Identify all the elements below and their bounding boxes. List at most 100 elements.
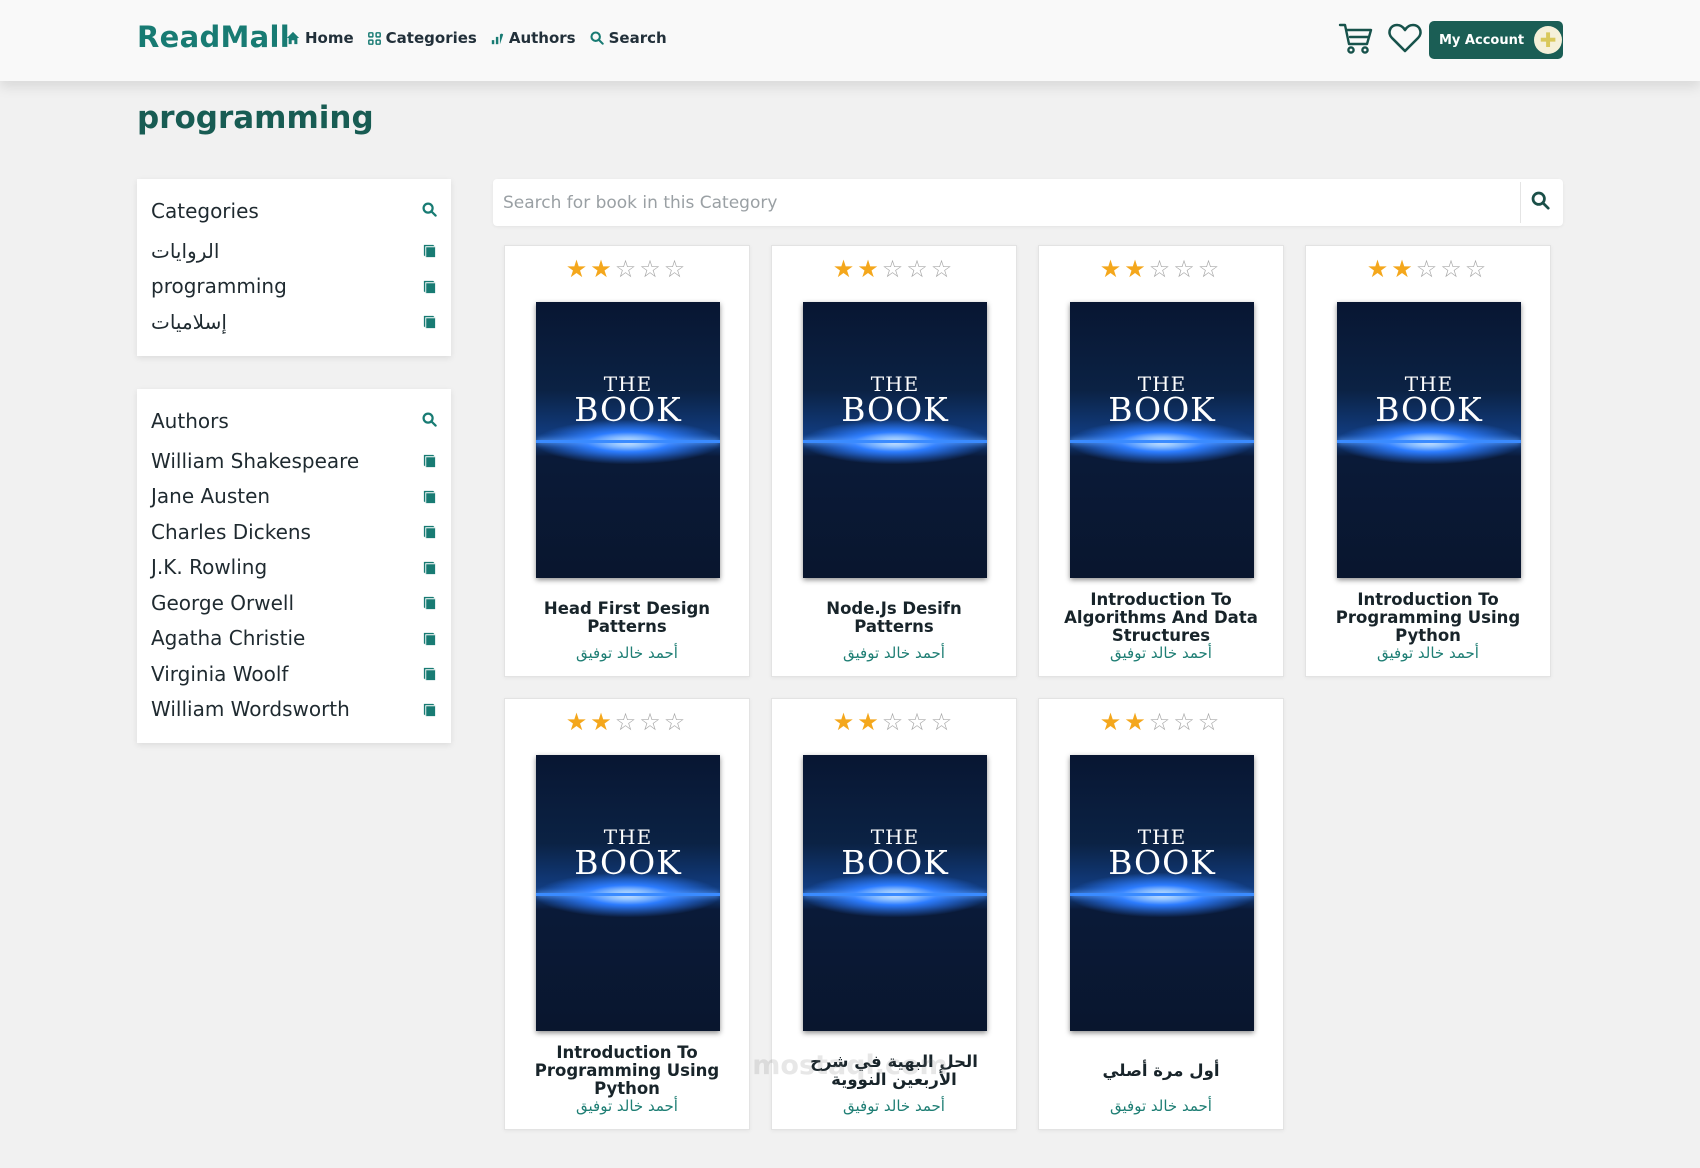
book-author[interactable]: أحمد خالد توفيق (1306, 644, 1550, 662)
star-filled-icon[interactable]: ★ (1100, 708, 1125, 736)
search-icon (590, 31, 604, 45)
star-empty-icon[interactable]: ☆ (639, 255, 664, 283)
category-item[interactable]: إسلاميات (151, 304, 437, 340)
author-item[interactable]: Jane Austen (151, 479, 437, 515)
main-nav: Home Categories Authors Search (286, 29, 667, 47)
star-empty-icon[interactable]: ☆ (1198, 255, 1223, 283)
author-item[interactable]: George Orwell (151, 585, 437, 621)
author-item[interactable]: William Shakespeare (151, 443, 437, 479)
star-empty-icon[interactable]: ☆ (882, 255, 907, 283)
star-empty-icon[interactable]: ☆ (1198, 708, 1223, 736)
author-label: Virginia Woolf (151, 661, 289, 686)
star-empty-icon[interactable]: ☆ (931, 255, 956, 283)
star-filled-icon[interactable]: ★ (1367, 255, 1392, 283)
book-card[interactable]: ★★☆☆☆ THE BOOK Head First Design Pattern… (504, 245, 750, 677)
star-filled-icon[interactable]: ★ (590, 708, 615, 736)
star-filled-icon[interactable]: ★ (833, 255, 858, 283)
book-title[interactable]: Introduction To Programming Using Python (517, 1043, 737, 1099)
book-card[interactable]: ★★☆☆☆ THE BOOK Node.Js Desifn Patterns أ… (771, 245, 1017, 677)
star-empty-icon[interactable]: ☆ (615, 255, 640, 283)
book-card[interactable]: ★★☆☆☆ THE BOOK Introduction To Programmi… (504, 698, 750, 1130)
nav-home[interactable]: Home (286, 29, 354, 47)
heart-icon[interactable] (1388, 22, 1422, 60)
category-search-input[interactable] (493, 179, 1520, 226)
book-author[interactable]: أحمد خالد توفيق (1039, 644, 1283, 662)
book-icon (423, 316, 436, 329)
star-empty-icon[interactable]: ☆ (906, 708, 931, 736)
category-item[interactable]: programming (151, 269, 437, 305)
author-label: Charles Dickens (151, 519, 311, 544)
star-filled-icon[interactable]: ★ (566, 708, 591, 736)
book-title[interactable]: Introduction To Programming Using Python (1318, 590, 1538, 646)
category-search-button[interactable] (1520, 182, 1560, 223)
book-title[interactable]: أول مرة أصلي (1051, 1043, 1271, 1099)
star-filled-icon[interactable]: ★ (857, 708, 882, 736)
author-item[interactable]: William Wordsworth (151, 692, 437, 728)
cart-icon[interactable] (1338, 22, 1374, 60)
category-item[interactable]: الروايات (151, 233, 437, 269)
author-item[interactable]: Charles Dickens (151, 514, 437, 550)
star-filled-icon[interactable]: ★ (1100, 255, 1125, 283)
star-filled-icon[interactable]: ★ (833, 708, 858, 736)
star-empty-icon[interactable]: ☆ (1149, 708, 1174, 736)
brand-logo[interactable]: ReadMall (137, 20, 290, 54)
book-title[interactable]: Introduction To Algorithms And Data Stru… (1051, 590, 1271, 646)
book-cover[interactable]: THE BOOK (1070, 302, 1254, 578)
book-author[interactable]: أحمد خالد توفيق (1039, 1097, 1283, 1115)
book-card[interactable]: ★★☆☆☆ THE BOOK أول مرة أصلي أحمد خالد تو… (1038, 698, 1284, 1130)
star-filled-icon[interactable]: ★ (590, 255, 615, 283)
star-filled-icon[interactable]: ★ (1124, 255, 1149, 283)
nav-authors[interactable]: Authors (491, 29, 576, 47)
author-label: Jane Austen (151, 484, 271, 509)
book-author[interactable]: أحمد خالد توفيق (772, 644, 1016, 662)
cover-horizon (536, 893, 720, 896)
book-cover[interactable]: THE BOOK (536, 302, 720, 578)
book-cover[interactable]: THE BOOK (1070, 755, 1254, 1031)
book-card[interactable]: ★★☆☆☆ THE BOOK الحل البهية في شرح الأربع… (771, 698, 1017, 1130)
book-cover[interactable]: THE BOOK (536, 755, 720, 1031)
rating-stars: ★★☆☆☆ (505, 254, 749, 284)
star-empty-icon[interactable]: ☆ (664, 255, 689, 283)
star-empty-icon[interactable]: ☆ (1173, 708, 1198, 736)
search-icon[interactable] (422, 201, 437, 221)
search-icon[interactable] (422, 411, 437, 431)
nav-search[interactable]: Search (590, 29, 667, 47)
book-card[interactable]: ★★☆☆☆ THE BOOK Introduction To Algorithm… (1038, 245, 1284, 677)
star-filled-icon[interactable]: ★ (1391, 255, 1416, 283)
nav-categories[interactable]: Categories (367, 29, 477, 47)
book-title[interactable]: Head First Design Patterns (517, 590, 737, 646)
star-filled-icon[interactable]: ★ (566, 255, 591, 283)
star-empty-icon[interactable]: ☆ (1440, 255, 1465, 283)
star-empty-icon[interactable]: ☆ (1149, 255, 1174, 283)
star-empty-icon[interactable]: ☆ (1173, 255, 1198, 283)
star-empty-icon[interactable]: ☆ (615, 708, 640, 736)
star-filled-icon[interactable]: ★ (1124, 708, 1149, 736)
star-empty-icon[interactable]: ☆ (931, 708, 956, 736)
book-cover[interactable]: THE BOOK (803, 302, 987, 578)
star-empty-icon[interactable]: ☆ (906, 255, 931, 283)
star-empty-icon[interactable]: ☆ (1416, 255, 1441, 283)
author-item[interactable]: Virginia Woolf (151, 656, 437, 692)
star-empty-icon[interactable]: ☆ (639, 708, 664, 736)
book-card[interactable]: ★★☆☆☆ THE BOOK Introduction To Programmi… (1305, 245, 1551, 677)
star-empty-icon[interactable]: ☆ (664, 708, 689, 736)
my-account-button[interactable]: My Account ✚ (1429, 21, 1563, 59)
book-author[interactable]: أحمد خالد توفيق (772, 1097, 1016, 1115)
book-cover[interactable]: THE BOOK (803, 755, 987, 1031)
author-item[interactable]: Agatha Christie (151, 621, 437, 657)
authors-panel: Authors William Shakespeare Jane Austen … (137, 389, 451, 743)
star-empty-icon[interactable]: ☆ (882, 708, 907, 736)
author-label: George Orwell (151, 590, 295, 615)
authors-panel-header: Authors (151, 407, 437, 435)
book-icon (423, 280, 436, 293)
author-item[interactable]: J.K. Rowling (151, 550, 437, 586)
book-title[interactable]: الحل البهية في شرح الأربعين النووية (784, 1043, 1004, 1099)
cover-text-book: BOOK (1108, 390, 1216, 429)
book-cover[interactable]: THE BOOK (1337, 302, 1521, 578)
cover-text-book: BOOK (841, 843, 949, 882)
book-author[interactable]: أحمد خالد توفيق (505, 1097, 749, 1115)
book-title[interactable]: Node.Js Desifn Patterns (784, 590, 1004, 646)
star-empty-icon[interactable]: ☆ (1465, 255, 1490, 283)
star-filled-icon[interactable]: ★ (857, 255, 882, 283)
book-author[interactable]: أحمد خالد توفيق (505, 644, 749, 662)
